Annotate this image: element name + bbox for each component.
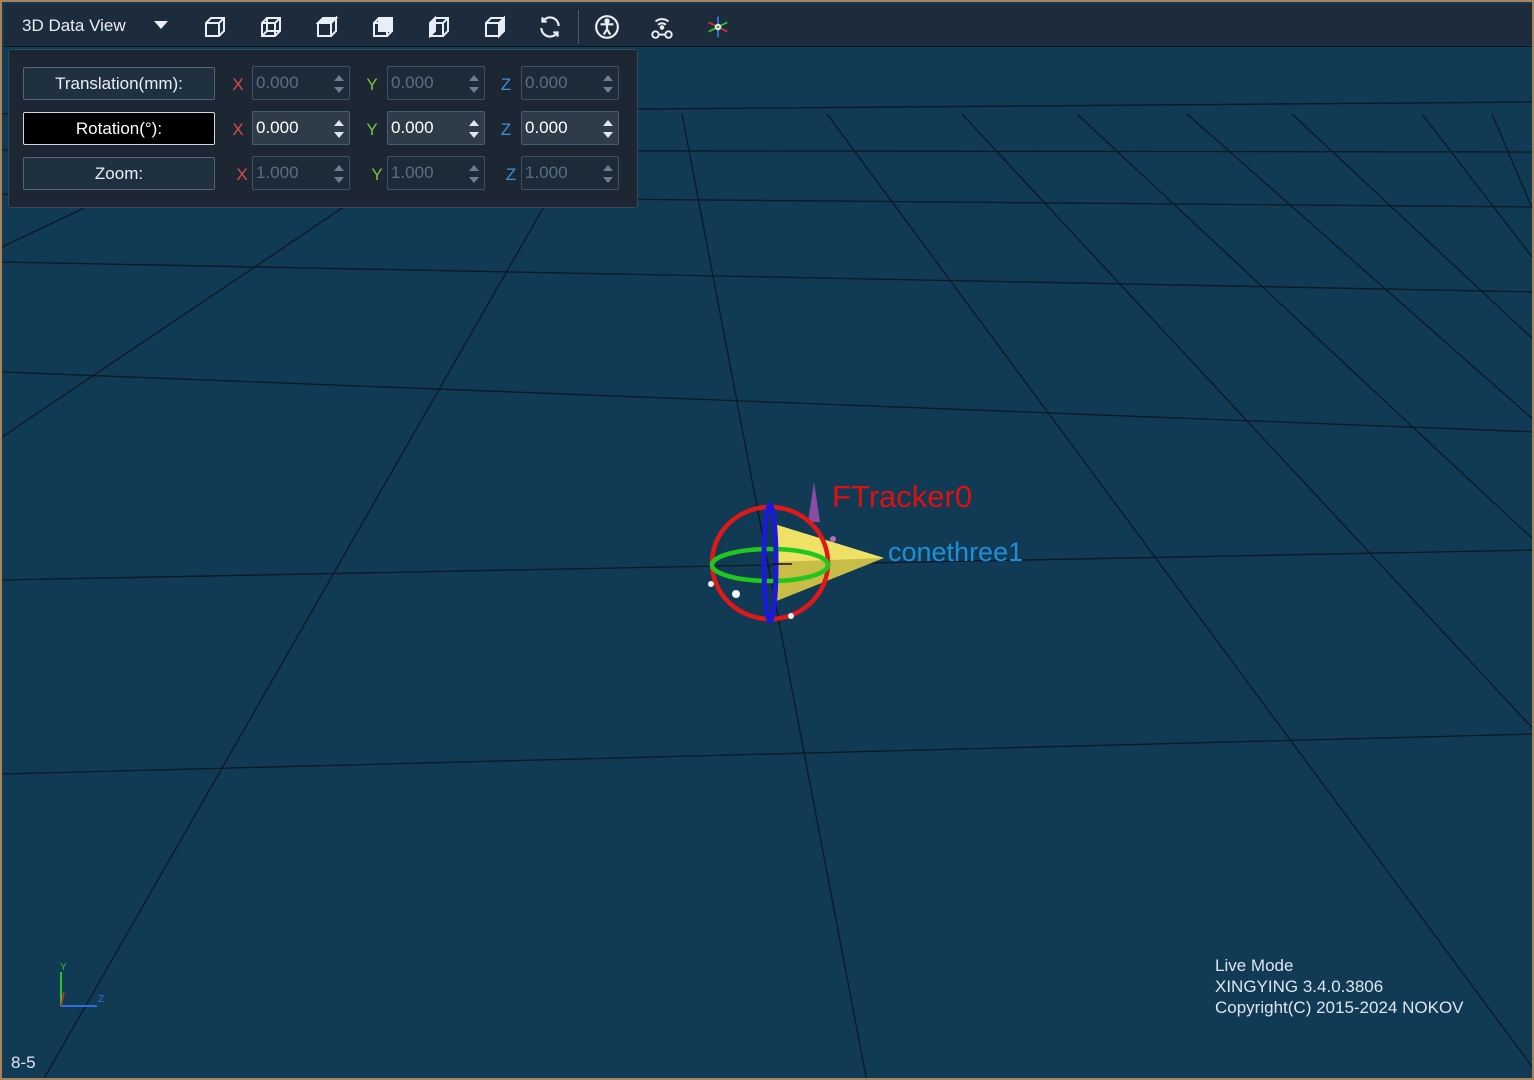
translation-y-field[interactable] (387, 66, 485, 100)
axes-button[interactable] (701, 12, 735, 42)
refresh-icon (540, 16, 560, 38)
spin-up-icon[interactable] (469, 120, 479, 126)
spin-down-icon[interactable] (334, 132, 344, 138)
zoom-x-field[interactable] (252, 156, 350, 190)
rotation-y-axis-label: Y (366, 120, 378, 139)
translation-z-input[interactable] (525, 67, 595, 99)
translation-x-input[interactable] (256, 67, 326, 99)
spin-up-icon[interactable] (334, 120, 344, 126)
view-side-button[interactable] (366, 12, 400, 42)
rotation-z-input[interactable] (525, 112, 595, 144)
marker-point (708, 581, 714, 587)
view-dropdown-chevron-icon[interactable] (154, 21, 168, 29)
view-front-icon (261, 17, 281, 37)
rotation-x-axis-label: X (232, 120, 244, 139)
view-side-icon (373, 17, 393, 37)
version-text: XINGYING 3.4.0.3806 (1215, 977, 1384, 996)
skeleton-button[interactable] (590, 12, 624, 42)
spin-down-icon[interactable] (469, 132, 479, 138)
marker-point (830, 536, 836, 542)
zoom-z-input[interactable] (525, 157, 595, 189)
spin-up-icon[interactable] (603, 165, 613, 171)
view-title: 3D Data View (22, 16, 126, 35)
view-perspective-icon (205, 17, 225, 37)
copyright-text: Copyright(C) 2015-2024 NOKOV (1215, 998, 1464, 1017)
spin-up-icon[interactable] (469, 75, 479, 81)
axis-indicator-z-label: Z (98, 994, 104, 1005)
spin-down-icon[interactable] (603, 132, 613, 138)
transform-panel: Translation(mm): X Y Z Rotation(°): X Y … (8, 49, 638, 208)
rigid-body-label: conethree1 (888, 537, 1024, 567)
marker-point (788, 613, 794, 619)
app-window: Y Z FTracker0 conethree1 3D Data View Tr… (0, 0, 1534, 1080)
refresh-button[interactable] (533, 12, 567, 42)
translation-x-field[interactable] (252, 66, 350, 100)
spin-down-icon[interactable] (603, 177, 613, 183)
marker-point (732, 590, 740, 598)
spin-down-icon[interactable] (334, 177, 344, 183)
view-right-icon (485, 15, 505, 39)
zoom-y-input[interactable] (391, 157, 461, 189)
translation-y-input[interactable] (391, 67, 461, 99)
tracker-label: FTracker0 (832, 479, 973, 514)
translation-y-axis-label: Y (366, 75, 378, 94)
rotation-y-input[interactable] (391, 112, 461, 144)
rotation-x-input[interactable] (256, 112, 326, 144)
corner-label: 8-5 (11, 1053, 36, 1072)
view-front-button[interactable] (254, 12, 288, 42)
zoom-x-input[interactable] (256, 157, 326, 189)
rotation-z-field[interactable] (521, 111, 619, 145)
wireless-device-icon (651, 18, 673, 39)
zoom-x-axis-label: X (236, 165, 248, 184)
view-top-button[interactable] (310, 12, 344, 42)
spin-up-icon[interactable] (603, 120, 613, 126)
view-perspective-button[interactable] (198, 12, 232, 42)
viewport-toolbar: 3D Data View (4, 4, 1532, 47)
translation-x-axis-label: X (232, 75, 244, 94)
spin-down-icon[interactable] (334, 87, 344, 93)
zoom-z-axis-label: Z (505, 165, 517, 184)
view-left-button[interactable] (422, 12, 456, 42)
spin-down-icon[interactable] (469, 87, 479, 93)
skeleton-icon (595, 15, 619, 39)
status-info: Live Mode XINGYING 3.4.0.3806 Copyright(… (1215, 955, 1464, 1018)
view-top-icon (315, 15, 339, 37)
spin-up-icon[interactable] (469, 165, 479, 171)
translation-button[interactable]: Translation(mm): (23, 67, 215, 100)
translation-z-axis-label: Z (500, 75, 512, 94)
view-left-icon (429, 15, 449, 39)
zoom-button[interactable]: Zoom: (23, 157, 215, 190)
rotation-y-field[interactable] (387, 111, 485, 145)
mode-text: Live Mode (1215, 956, 1294, 975)
toolbar-separator (578, 10, 579, 44)
spin-down-icon[interactable] (603, 87, 613, 93)
translation-z-field[interactable] (521, 66, 619, 100)
spin-up-icon[interactable] (334, 165, 344, 171)
rotation-button[interactable]: Rotation(°): (23, 112, 215, 145)
spin-up-icon[interactable] (603, 75, 613, 81)
wireless-device-button[interactable] (645, 12, 679, 42)
view-right-button[interactable] (478, 12, 512, 42)
axis-indicator-y-label: Y (60, 962, 67, 973)
axes-icon (708, 16, 728, 38)
rotation-z-axis-label: Z (500, 120, 512, 139)
spin-down-icon[interactable] (469, 177, 479, 183)
spin-up-icon[interactable] (334, 75, 344, 81)
zoom-z-field[interactable] (521, 156, 619, 190)
zoom-y-field[interactable] (387, 156, 485, 190)
rotation-x-field[interactable] (252, 111, 350, 145)
zoom-y-axis-label: Y (371, 165, 383, 184)
